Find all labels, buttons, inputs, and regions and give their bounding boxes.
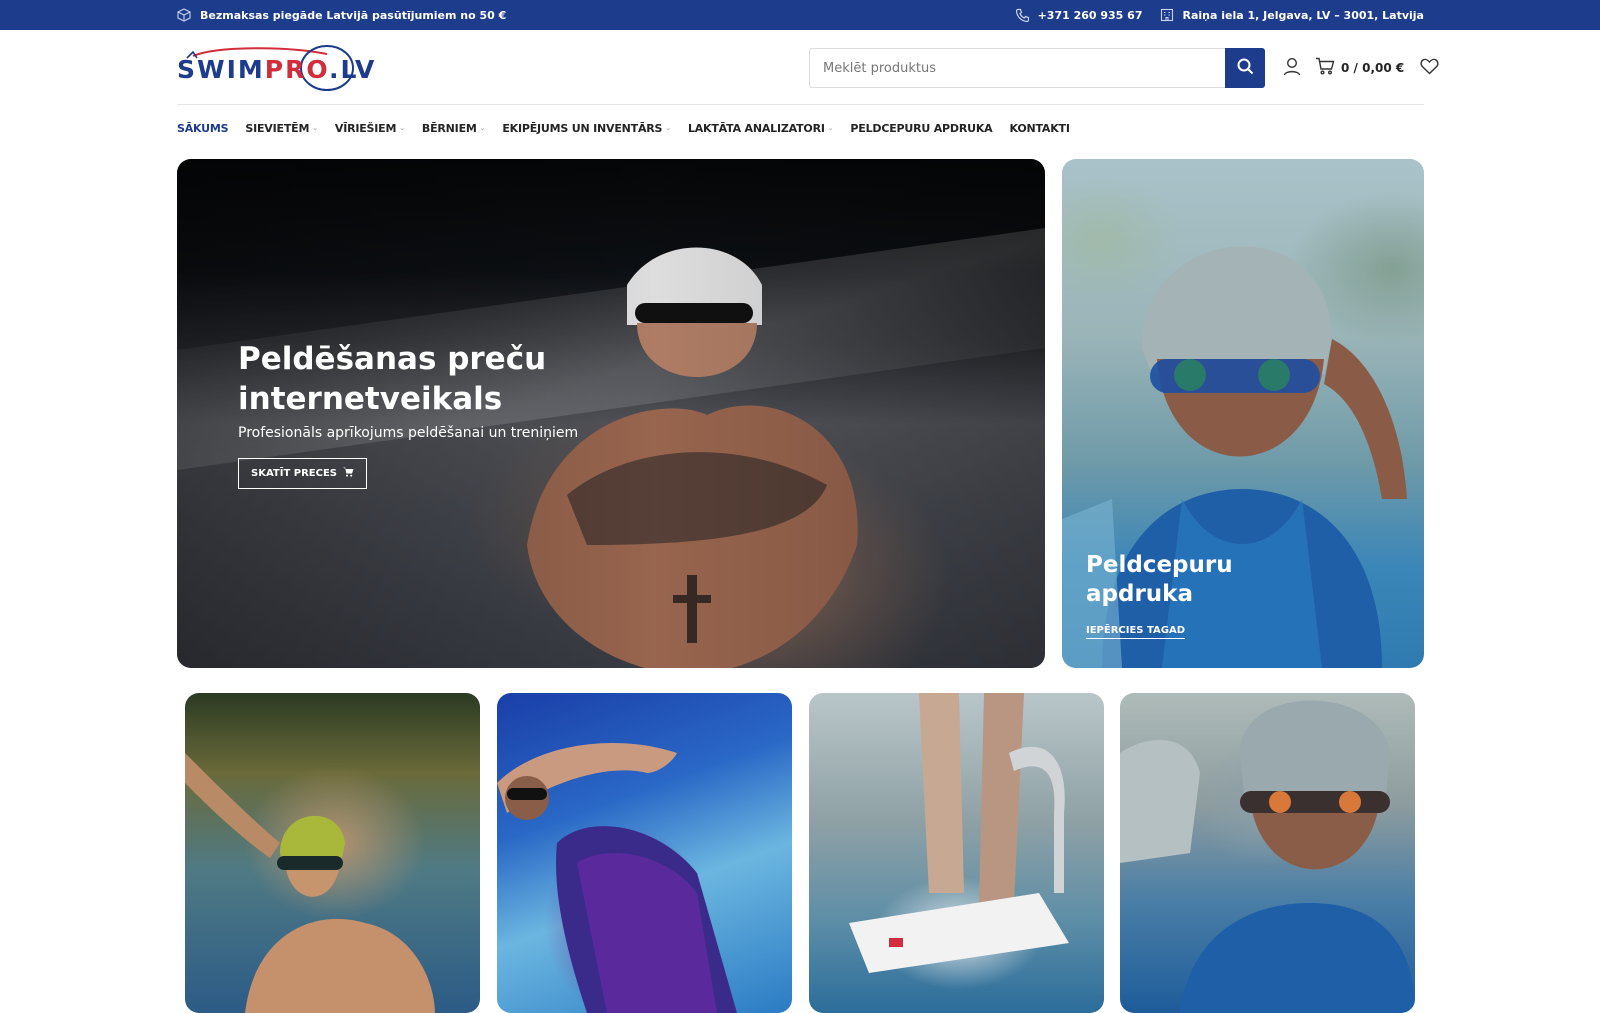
- cart-icon: [343, 467, 354, 480]
- nav-item-sakums[interactable]: Sākums: [177, 121, 229, 135]
- nav-item-kontakti[interactable]: Kontakti: [1009, 122, 1069, 135]
- chevron-down-icon: ⌄: [312, 124, 318, 132]
- nav-item-peldcepuru-apdruka[interactable]: Peldcepuru apdruka: [850, 122, 992, 135]
- nav-label: Laktāta analizatori: [687, 121, 825, 135]
- nav-item-viriesiem[interactable]: Vīriešiem ⌄: [335, 122, 405, 135]
- address-text: Raiņa iela 1, Jelgava, LV – 3001, Latvij…: [1182, 8, 1424, 22]
- header-actions: 0 / 0,00 €: [1279, 55, 1442, 81]
- chevron-down-icon: ⌄: [399, 124, 405, 132]
- logo-text: SWIMPRO.LV: [177, 55, 376, 84]
- nav-label: Peldcepuru apdruka: [850, 121, 993, 135]
- search-input[interactable]: [810, 49, 1226, 87]
- nav-item-ekipejums[interactable]: Ekipējums un inventārs ⌄: [502, 122, 671, 135]
- nav-label: Bērniem: [421, 121, 477, 135]
- hero-subtitle: Profesionāls aprīkojums peldēšanai un tr…: [238, 425, 579, 441]
- phone-link[interactable]: +371 260 935 67: [1015, 8, 1143, 23]
- phone-icon: [1015, 8, 1030, 23]
- nav-label: Sievietēm: [245, 121, 310, 135]
- building-icon: [1160, 8, 1174, 22]
- logo-part-swim: SWIM: [177, 55, 265, 84]
- cart-button[interactable]: 0 / 0,00 €: [1315, 57, 1404, 79]
- account-button[interactable]: [1279, 55, 1305, 81]
- hero-banner: Peldēšanas preču internetveikals Profesi…: [177, 159, 1045, 668]
- nav-item-berniem[interactable]: Bērniem ⌄: [421, 121, 486, 135]
- chevron-down-icon: ⌄: [665, 124, 671, 132]
- chevron-down-icon: ⌄: [479, 124, 486, 132]
- category-card[interactable]: [1120, 693, 1415, 1013]
- search-form: [809, 48, 1265, 88]
- starting-block-image: [849, 693, 1069, 973]
- nav-label: Ekipējums un inventārs: [502, 121, 663, 135]
- view-products-button[interactable]: SKATĪT PRECES: [238, 458, 367, 489]
- nav-label: Vīriešiem: [334, 121, 397, 135]
- nav-label: Sākums: [177, 121, 229, 135]
- header-divider: [177, 104, 1424, 105]
- main-nav: Sākums Sievietēm ⌄ Vīriešiem ⌄ Bērniem ⌄ Ek…: [177, 118, 1087, 138]
- phone-number: +371 260 935 67: [1037, 8, 1143, 22]
- shipping-notice: Bezmaksas piegāde Latvijā pasūtījumiem n…: [177, 0, 506, 30]
- swimmer-underwater-image: [497, 743, 737, 1013]
- wishlist-button[interactable]: [1416, 55, 1442, 81]
- heart-icon: [1420, 58, 1439, 79]
- search-icon: [1237, 58, 1254, 79]
- cap-printing-promo[interactable]: Peldcepuru apdruka IEPĒRCIES TAGAD: [1062, 159, 1424, 668]
- cart-icon: [1315, 57, 1335, 79]
- shipping-text: Bezmaksas piegāde Latvijā pasūtījumiem n…: [200, 8, 507, 22]
- top-bar: Bezmaksas piegāde Latvijā pasūtījumiem n…: [0, 0, 1600, 30]
- nav-item-sievietem[interactable]: Sievietēm ⌄: [245, 122, 318, 135]
- cart-total: 0 / 0,00 €: [1341, 61, 1405, 75]
- hero-title: Peldēšanas preču internetveikals: [238, 341, 547, 417]
- category-card[interactable]: [497, 693, 792, 1013]
- nav-item-laktata-analizatori[interactable]: Laktāta analizatori ⌄: [687, 121, 834, 135]
- shop-now-link[interactable]: IEPĒRCIES TAGAD: [1086, 625, 1186, 639]
- category-card[interactable]: [809, 693, 1104, 1013]
- logo-part-lv: .LV: [329, 55, 377, 84]
- category-card[interactable]: [185, 693, 480, 1013]
- site-logo[interactable]: SWIMPRO.LV: [177, 44, 374, 92]
- search-button[interactable]: [1225, 48, 1265, 88]
- swimmer-freestyle-image: [185, 753, 435, 1013]
- box-icon: [177, 8, 191, 22]
- logo-part-pro: PRO: [264, 55, 330, 84]
- chevron-down-icon: ⌄: [827, 124, 834, 132]
- promo-title: Peldcepuru apdruka: [1086, 552, 1233, 607]
- user-icon: [1283, 57, 1301, 80]
- swimmers-goggles-image: [1120, 700, 1415, 1013]
- view-products-label: SKATĪT PRECES: [251, 468, 337, 479]
- address-link[interactable]: Raiņa iela 1, Jelgava, LV – 3001, Latvij…: [1160, 8, 1424, 22]
- nav-label: Kontakti: [1009, 121, 1070, 135]
